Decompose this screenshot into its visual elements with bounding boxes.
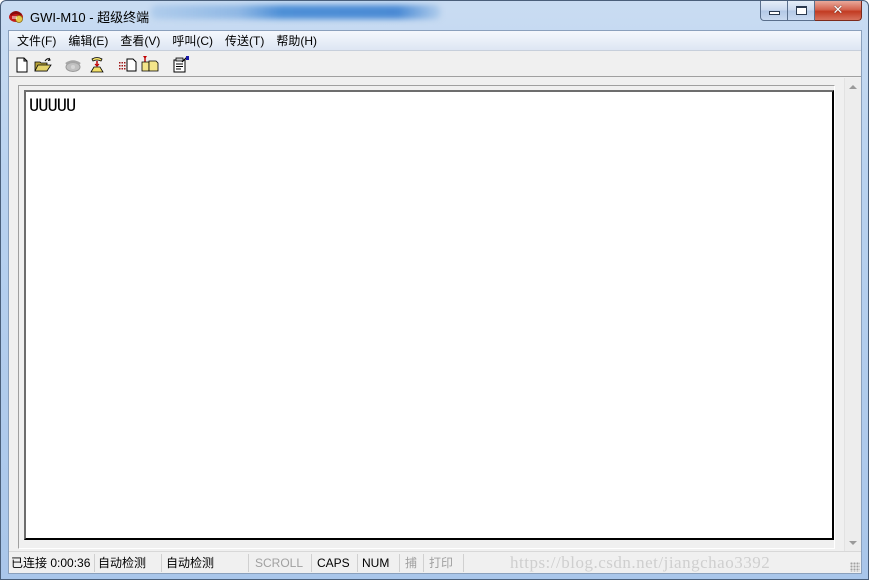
app-window: GWI-M10 - 超级终端 ✕ 文件(F) 编辑(E) 查看(V) 呼叫(C)… <box>0 0 869 580</box>
minimize-button[interactable] <box>760 1 788 21</box>
caption-buttons: ✕ <box>760 1 862 21</box>
status-detect-params: 自动检测 <box>162 554 249 572</box>
open-button[interactable] <box>33 55 53 74</box>
menu-help[interactable]: 帮助(H) <box>270 31 323 51</box>
terminal-bezel: UUUUU <box>18 85 835 549</box>
properties-icon <box>173 56 189 73</box>
new-document-icon <box>16 57 28 72</box>
menu-edit[interactable]: 编辑(E) <box>62 31 114 51</box>
telephone-terminal-icon[interactable] <box>8 7 25 24</box>
close-icon: ✕ <box>832 3 844 18</box>
scroll-up-button[interactable] <box>845 78 861 95</box>
arrow-down-icon <box>849 540 857 545</box>
disconnect-phone-icon <box>90 56 104 72</box>
receive-file-icon <box>141 56 159 72</box>
minimize-icon <box>768 11 780 15</box>
properties-button[interactable] <box>171 55 191 74</box>
title-bar[interactable]: GWI-M10 - 超级终端 ✕ <box>1 1 868 29</box>
arrow-up-icon <box>849 84 857 89</box>
menu-file[interactable]: 文件(F) <box>11 31 62 51</box>
status-connection: 已连接 0:00:36 <box>9 554 95 572</box>
dial-phone-icon <box>65 59 81 72</box>
status-caps-lock: CAPS <box>312 554 358 572</box>
status-num-lock: NUM <box>358 554 400 572</box>
menu-transfer[interactable]: 传送(T) <box>219 31 270 51</box>
menu-view[interactable]: 查看(V) <box>114 31 166 51</box>
disconnect-button[interactable] <box>87 55 107 74</box>
watermark-text: https://blog.csdn.net/jiangchao3392 <box>510 553 771 572</box>
vertical-scrollbar[interactable] <box>844 78 861 551</box>
menu-call[interactable]: 呼叫(C) <box>166 31 219 51</box>
menu-bar: 文件(F) 编辑(E) 查看(V) 呼叫(C) 传送(T) 帮助(H) <box>9 31 861 51</box>
maximize-button[interactable] <box>788 1 815 21</box>
toolbar <box>9 52 861 77</box>
scroll-down-button[interactable] <box>845 534 861 551</box>
terminal-output: UUUUU <box>29 96 76 116</box>
status-scroll-lock: SCROLL <box>249 554 312 572</box>
maximize-icon <box>795 6 807 15</box>
redacted-title-region <box>151 5 441 19</box>
receive-button[interactable] <box>140 55 160 74</box>
status-print: 打印 <box>424 554 464 572</box>
open-folder-icon <box>34 57 52 71</box>
document-area: UUUUU <box>9 78 861 551</box>
send-button[interactable] <box>118 55 138 74</box>
dial-button[interactable] <box>63 55 83 74</box>
send-file-icon <box>119 58 137 71</box>
window-title: GWI-M10 - 超级终端 <box>30 10 150 25</box>
new-button[interactable] <box>12 55 32 74</box>
status-bar: 已连接 0:00:36 自动检测 自动检测 SCROLL CAPS NUM 捕 … <box>9 551 861 573</box>
resize-grip-icon[interactable] <box>850 562 860 572</box>
status-detect-terminal: 自动检测 <box>95 554 162 572</box>
terminal-screen[interactable]: UUUUU <box>24 90 834 540</box>
status-capture: 捕 <box>400 554 424 572</box>
client-area: 文件(F) 编辑(E) 查看(V) 呼叫(C) 传送(T) 帮助(H) UUUU… <box>8 30 862 574</box>
close-button[interactable]: ✕ <box>815 1 862 21</box>
